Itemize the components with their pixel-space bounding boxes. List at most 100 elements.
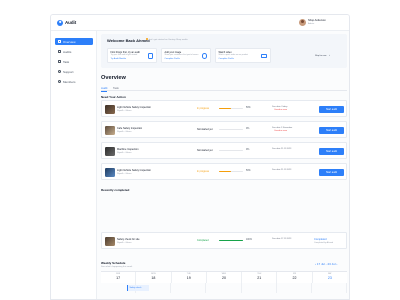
chevron-right-icon[interactable]: › (336, 262, 337, 266)
section-title-need-action: Need Your Action (101, 95, 126, 99)
schedule-subtitle: See what's happening this week (101, 266, 133, 268)
status-label: In progress (197, 107, 209, 111)
day-number: 20 (221, 275, 226, 280)
audit-card[interactable]: Safety check for site Riyadh - Ghaza Com… (101, 232, 347, 249)
tab-bar: Audit Task (101, 86, 347, 92)
sidebar-item-label: Members (63, 79, 76, 84)
audit-thumbnail (105, 167, 115, 177)
day-number: 23 (327, 275, 332, 280)
help-icon (57, 70, 61, 73)
progress-bar (219, 108, 243, 110)
date-range-picker[interactable]: ‹ 17 Jul - 23 Jul › (315, 262, 337, 266)
progress-bar (219, 171, 243, 173)
clipboard-icon (57, 50, 61, 53)
day-column[interactable]: SUN 17 (101, 272, 137, 283)
task-link[interactable]: Complete Profile (219, 58, 234, 60)
video-camera-icon (261, 54, 267, 59)
start-audit-button[interactable]: Start audit (319, 106, 344, 113)
progress-percent: 0% (246, 149, 250, 152)
overdue-label: Overdue soon (274, 130, 288, 133)
progress-fill (219, 171, 231, 173)
task-link[interactable]: Complete Profile (165, 58, 180, 60)
day-number: 22 (292, 275, 297, 280)
start-audit-button[interactable]: Start audit (319, 148, 344, 155)
day-column[interactable]: TUE 19 (172, 272, 207, 283)
sidebar-item-label: Audits (63, 49, 72, 54)
user-name[interactable]: Shop Anderson (308, 19, 326, 22)
start-audit-button[interactable]: Start audit (319, 127, 344, 134)
sidebar-item-overview[interactable]: Overview (55, 38, 93, 45)
progress-bar (219, 240, 243, 242)
app-window: Audit Shop Anderson Admin Overview Audit… (50, 14, 350, 300)
onboarding-task-card[interactable]: Watch video Watch a quick video on our p… (215, 48, 271, 63)
status-label: Not started yet (197, 149, 213, 153)
smile-icon (201, 53, 207, 59)
task-description: Try your first audit to get started (110, 54, 138, 57)
audit-location: Riyadh - Ghaza (117, 151, 132, 154)
day-number: 18 (151, 275, 156, 280)
avatar[interactable] (299, 19, 306, 26)
status-label: Not started yet (197, 128, 213, 132)
top-bar: Audit Shop Anderson Admin (51, 15, 349, 31)
day-column[interactable]: FRI 22 (277, 272, 313, 283)
audit-card[interactable]: Machine Inspection Riyadh - Ghaza Not st… (101, 142, 347, 159)
due-date: Due date 21.11.2023 (272, 147, 292, 150)
sidebar-item-support[interactable]: Support (55, 68, 93, 75)
day-column[interactable]: MON 18 (136, 272, 172, 283)
overdue-label: Overdue soon (274, 109, 288, 112)
welcome-title: Welcome Back Ahmed (107, 37, 150, 43)
due-date: Due date: Friday (272, 105, 288, 108)
audit-location: Riyadh - Ghaza (117, 241, 132, 244)
progress-percent: 50% (246, 170, 251, 173)
progress-bar (219, 129, 243, 131)
schedule-event[interactable]: Safety check (127, 285, 149, 291)
onboarding-task-card[interactable]: First things first, try an audit Try you… (107, 48, 157, 63)
progress-percent: 50% (246, 107, 251, 110)
completed-link[interactable]: Completed (314, 238, 327, 241)
welcome-subtitle: Let's get started on Vantory Shop audits (149, 38, 188, 41)
audit-thumbnail (105, 104, 115, 114)
audit-thumbnail (105, 146, 115, 156)
tab-audit[interactable]: Audit (101, 86, 108, 92)
day-column[interactable]: WED 20 (207, 272, 243, 283)
sidebar-item-audits[interactable]: Audits (55, 48, 93, 55)
audit-title: Safety check for site (117, 237, 140, 241)
onboarding-task-card[interactable]: Add your image Show your customers that … (161, 48, 211, 63)
task-link[interactable]: Try Audit Module (111, 58, 127, 60)
audit-card[interactable]: Light Vehicle Safety Inspection Riyadh -… (101, 163, 347, 180)
section-title-schedule: Weekly Schedule (101, 261, 126, 265)
skip-button[interactable]: Skip for now (315, 55, 326, 57)
audit-title: Light Vehicle Safety Inspection (117, 105, 152, 109)
audit-card[interactable]: Cafe Safety Inspection Riyadh - Ghaza No… (101, 121, 347, 138)
progress-bar (219, 150, 243, 152)
section-title-recently-completed: Recently completed (101, 188, 130, 192)
task-description: Show your customers that you're human (164, 54, 199, 57)
start-audit-button[interactable]: Start audit (319, 169, 344, 176)
day-number: 19 (186, 275, 191, 280)
audit-location: Riyadh - Ghaza (117, 172, 132, 175)
sidebar-item-label: Support (63, 69, 74, 74)
day-column[interactable]: THU 21 (242, 272, 278, 283)
sidebar-item-members[interactable]: Members (55, 78, 93, 85)
arrow-right-icon[interactable]: › (329, 54, 330, 57)
audit-card[interactable]: Light Vehicle Safety Inspection Riyadh -… (101, 100, 347, 117)
sidebar-item-task[interactable]: Task (55, 58, 93, 65)
audit-thumbnail (105, 125, 115, 135)
due-date: Due date 17.11.2023 (272, 237, 292, 240)
date-range-label: 17 Jul - 23 Jul (316, 261, 336, 266)
progress-fill (219, 240, 243, 242)
day-number: 17 (116, 275, 121, 280)
audit-thumbnail (105, 236, 115, 246)
main-content: Welcome Back Ahmed Let's get started on … (97, 31, 349, 299)
due-date: Due date 1 November (272, 126, 293, 129)
completed-by: Completed by Ahmed (314, 242, 334, 244)
status-label: Completed (197, 239, 209, 243)
checklist-icon (57, 60, 61, 63)
app-title: Audit (65, 20, 77, 26)
sidebar-item-label: Task (63, 59, 70, 64)
checklist-icon (147, 53, 153, 59)
day-column[interactable]: SAT 23 (313, 272, 347, 283)
audit-logo-icon (57, 19, 63, 26)
status-label: In progress (197, 170, 209, 174)
tab-task[interactable]: Task (113, 86, 119, 91)
